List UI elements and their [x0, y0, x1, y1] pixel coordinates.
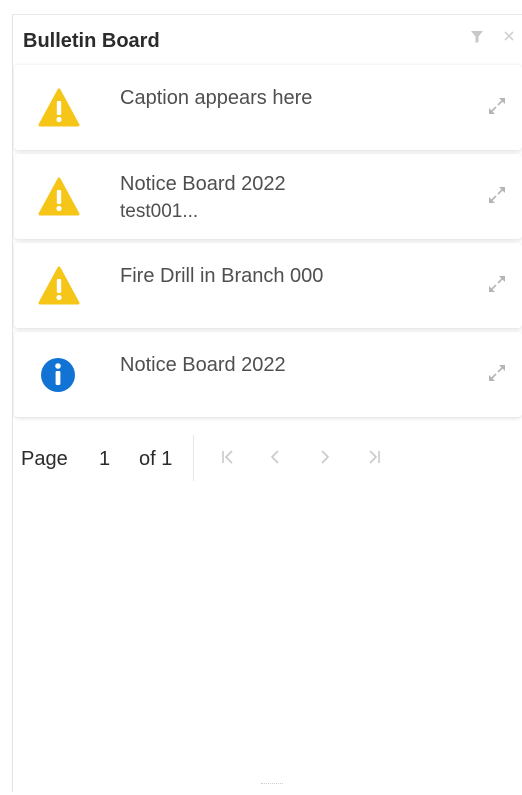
bulletin-item[interactable]: Fire Drill in Branch 000 [14, 243, 522, 328]
panel-header: Bulletin Board [13, 15, 522, 63]
resize-handle[interactable] [261, 783, 283, 787]
first-page-icon[interactable] [221, 449, 235, 470]
page-label: Page [21, 448, 68, 470]
warning-icon [38, 88, 80, 127]
bulletin-caption: Fire Drill in Branch 000 [120, 265, 324, 287]
pager-divider [193, 435, 194, 481]
total-pages-label: of 1 [139, 448, 173, 470]
panel-title: Bulletin Board [23, 30, 160, 52]
warning-icon [38, 177, 80, 216]
warning-icon [38, 266, 80, 305]
bulletin-item[interactable]: Notice Board 2022 test001... [14, 154, 522, 239]
filter-icon[interactable] [470, 30, 484, 48]
bulletin-board-panel: Bulletin Board Caption appears here Noti… [12, 14, 522, 792]
expand-icon[interactable] [486, 362, 508, 384]
expand-icon[interactable] [486, 184, 508, 206]
info-icon [41, 358, 75, 392]
pagination-bar: Page 1 of 1 [13, 435, 522, 481]
bulletin-item[interactable]: Notice Board 2022 [14, 332, 522, 417]
bulletin-caption: Caption appears here [120, 87, 313, 109]
expand-icon[interactable] [486, 95, 508, 117]
bulletin-item[interactable]: Caption appears here [14, 65, 522, 150]
bulletin-caption: Notice Board 2022 [120, 173, 286, 195]
last-page-icon[interactable] [367, 449, 381, 470]
bulletin-subtext: test001... [120, 201, 199, 222]
bulletin-caption: Notice Board 2022 [120, 354, 286, 376]
next-page-icon[interactable] [319, 449, 331, 470]
expand-icon[interactable] [486, 273, 508, 295]
current-page-input[interactable]: 1 [99, 448, 110, 471]
close-icon[interactable] [503, 30, 515, 46]
previous-page-icon[interactable] [269, 449, 281, 470]
